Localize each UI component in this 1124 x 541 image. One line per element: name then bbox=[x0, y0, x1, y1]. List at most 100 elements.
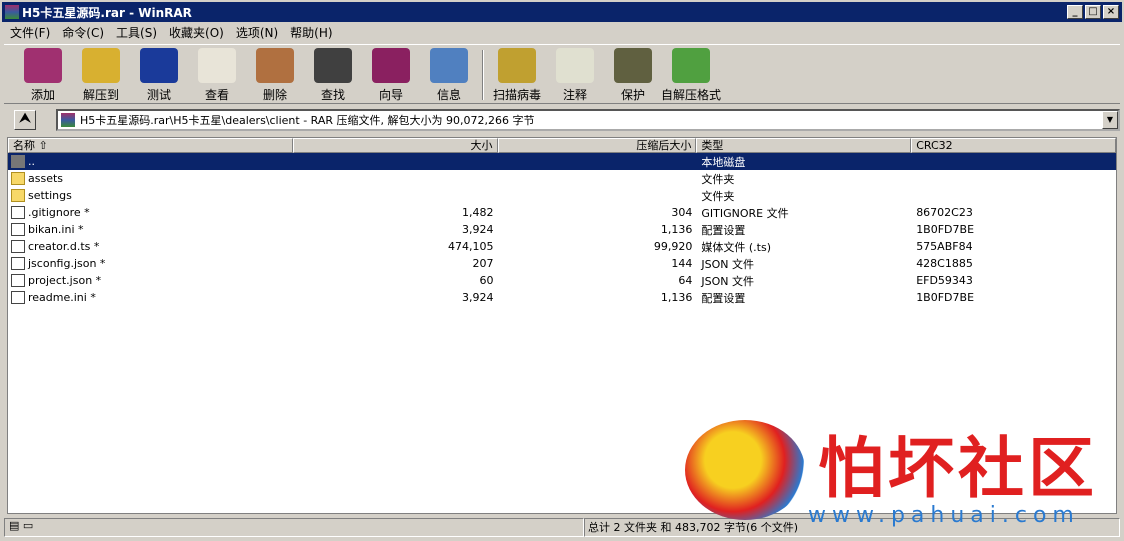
path-text: H5卡五星源码.rar\H5卡五星\dealers\client - RAR 压… bbox=[80, 114, 535, 127]
file-row[interactable]: bikan.ini * 3,924 1,136 配置设置 1B0FD7BE bbox=[8, 221, 1116, 238]
file-row[interactable]: readme.ini * 3,924 1,136 配置设置 1B0FD7BE bbox=[8, 289, 1116, 306]
file-type: 文件夹 bbox=[701, 172, 735, 186]
file-icon bbox=[11, 291, 25, 304]
file-name: jsconfig.json * bbox=[28, 257, 106, 270]
toolbar-button[interactable]: 测试 bbox=[130, 45, 188, 103]
test-book-icon bbox=[140, 48, 178, 83]
dropdown-arrow-icon[interactable]: ▼ bbox=[1102, 111, 1118, 129]
path-combobox[interactable]: H5卡五星源码.rar\H5卡五星\dealers\client - RAR 压… bbox=[56, 109, 1120, 131]
toolbar-button[interactable]: 删除 bbox=[246, 45, 304, 103]
file-row[interactable]: .. 本地磁盘 bbox=[8, 153, 1116, 170]
file-row[interactable]: jsconfig.json * 207 144 JSON 文件 428C1885 bbox=[8, 255, 1116, 272]
file-type: 配置设置 bbox=[701, 223, 746, 237]
file-row[interactable]: assets 文件夹 bbox=[8, 170, 1116, 187]
file-name: project.json * bbox=[28, 274, 102, 287]
column-type[interactable]: 类型 bbox=[696, 138, 912, 153]
file-name: .gitignore * bbox=[28, 206, 90, 219]
toolbar-button[interactable]: 扫描病毒 bbox=[488, 45, 546, 103]
sfx-icon bbox=[672, 48, 710, 83]
toolbar-button[interactable]: 向导 bbox=[362, 45, 420, 103]
title-bar: H5卡五星源码.rar - WinRAR _ □ × bbox=[2, 2, 1122, 22]
status-bar: ▤ ▭ 总计 2 文件夹 和 483,702 字节(6 个文件) bbox=[4, 518, 1120, 537]
toolbar-button[interactable]: 添加 bbox=[14, 45, 72, 103]
find-binoculars-icon bbox=[314, 48, 352, 83]
menu-item[interactable]: 收藏夹(O) bbox=[163, 24, 230, 41]
file-packed: 64 bbox=[678, 274, 693, 287]
column-name[interactable]: 名称 ⇧ bbox=[8, 138, 293, 153]
file-size: 474,105 bbox=[448, 240, 494, 253]
file-type: JSON 文件 bbox=[701, 257, 754, 271]
file-packed: 1,136 bbox=[660, 223, 693, 236]
up-folder-button[interactable]: ⮝ bbox=[14, 110, 36, 130]
file-crc: 1B0FD7BE bbox=[916, 291, 975, 304]
toolbar-button[interactable]: 查看 bbox=[188, 45, 246, 103]
toolbar-label: 注释 bbox=[562, 88, 587, 102]
menu-item[interactable]: 工具(S) bbox=[110, 24, 163, 41]
file-packed: 304 bbox=[671, 206, 693, 219]
file-crc: 86702C23 bbox=[916, 206, 973, 219]
column-packed[interactable]: 压缩后大小 bbox=[497, 138, 697, 153]
toolbar-label: 保护 bbox=[620, 88, 645, 102]
parent-folder-icon bbox=[11, 155, 25, 168]
menu-item[interactable]: 命令(C) bbox=[56, 24, 110, 41]
file-type: 本地磁盘 bbox=[701, 155, 746, 169]
file-icon bbox=[11, 257, 25, 270]
file-row[interactable]: .gitignore * 1,482 304 GITIGNORE 文件 8670… bbox=[8, 204, 1116, 221]
archive-add-icon bbox=[24, 48, 62, 83]
menu-item[interactable]: 选项(N) bbox=[230, 24, 284, 41]
file-icon bbox=[11, 274, 25, 287]
menu-item[interactable]: 文件(F) bbox=[4, 24, 56, 41]
file-packed: 99,920 bbox=[653, 240, 693, 253]
toolbar-button[interactable]: 信息 bbox=[420, 45, 478, 103]
toolbar-button[interactable]: 保护 bbox=[604, 45, 662, 103]
toolbar-label: 测试 bbox=[146, 88, 171, 102]
toolbar-separator bbox=[482, 50, 484, 100]
toolbar-label: 解压到 bbox=[82, 88, 119, 102]
file-size: 207 bbox=[472, 257, 494, 270]
column-size[interactable]: 大小 bbox=[292, 138, 498, 153]
file-row[interactable]: creator.d.ts * 474,105 99,920 媒体文件 (.ts)… bbox=[8, 238, 1116, 255]
status-summary: 总计 2 文件夹 和 483,702 字节(6 个文件) bbox=[584, 518, 1120, 537]
file-packed: 144 bbox=[671, 257, 693, 270]
file-type: 文件夹 bbox=[701, 189, 735, 203]
column-crc[interactable]: CRC32 bbox=[911, 138, 1116, 153]
file-row[interactable]: settings 文件夹 bbox=[8, 187, 1116, 204]
file-type: 媒体文件 (.ts) bbox=[701, 240, 771, 254]
toolbar-label: 删除 bbox=[262, 88, 287, 102]
file-type: GITIGNORE 文件 bbox=[701, 206, 789, 220]
minimize-button[interactable]: _ bbox=[1067, 5, 1083, 19]
file-name: settings bbox=[28, 189, 72, 202]
file-name: creator.d.ts * bbox=[28, 240, 100, 253]
toolbar-label: 扫描病毒 bbox=[492, 88, 541, 102]
file-name: readme.ini * bbox=[28, 291, 96, 304]
file-size: 1,482 bbox=[462, 206, 494, 219]
protect-shield-icon bbox=[614, 48, 652, 83]
toolbar-button[interactable]: 注释 bbox=[546, 45, 604, 103]
file-name: .. bbox=[28, 155, 35, 168]
list-header: 名称 ⇧ 大小 压缩后大小 类型 CRC32 bbox=[8, 138, 1116, 153]
menu-bar: 文件(F) 命令(C) 工具(S) 收藏夹(O) 选项(N) 帮助(H) bbox=[4, 22, 339, 42]
toolbar-label: 信息 bbox=[436, 88, 461, 102]
virus-scan-icon bbox=[498, 48, 536, 83]
info-icon bbox=[430, 48, 468, 83]
menu-item[interactable]: 帮助(H) bbox=[284, 24, 338, 41]
toolbar: 添加 解压到 测试 查看 删除 查找 向导 信息 扫描病毒 注释 保护 自解压格式 bbox=[4, 44, 1120, 104]
toolbar-button[interactable]: 自解压格式 bbox=[661, 45, 721, 103]
file-crc: 428C1885 bbox=[916, 257, 973, 270]
file-icon bbox=[11, 240, 25, 253]
file-size: 3,924 bbox=[462, 223, 494, 236]
folder-icon bbox=[11, 189, 25, 202]
file-row[interactable]: project.json * 60 64 JSON 文件 EFD59343 bbox=[8, 272, 1116, 289]
toolbar-label: 查找 bbox=[320, 88, 345, 102]
toolbar-button[interactable]: 查找 bbox=[304, 45, 362, 103]
drive-icon: ▤ ▭ bbox=[9, 519, 34, 532]
toolbar-label: 添加 bbox=[30, 88, 55, 102]
toolbar-button[interactable]: 解压到 bbox=[72, 45, 130, 103]
file-list[interactable]: 名称 ⇧ 大小 压缩后大小 类型 CRC32 .. 本地磁盘 assets 文件… bbox=[7, 137, 1117, 514]
delete-recycle-icon bbox=[256, 48, 294, 83]
maximize-button[interactable]: □ bbox=[1085, 5, 1101, 19]
file-icon bbox=[11, 223, 25, 236]
file-packed: 1,136 bbox=[660, 291, 693, 304]
file-type: 配置设置 bbox=[701, 291, 746, 305]
close-button[interactable]: × bbox=[1103, 5, 1119, 19]
